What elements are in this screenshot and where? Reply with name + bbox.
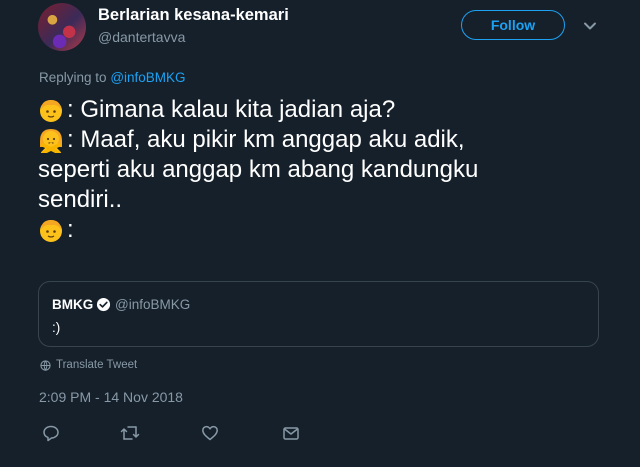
girl-gesture-no-icon [40,129,62,153]
translate-label: Translate Tweet [56,359,138,371]
verified-icon [96,297,111,317]
tweet-line: : Maaf, aku pikir km anggap aku adik, [38,125,598,155]
translate-tweet-link[interactable]: Translate Tweet [40,359,137,371]
globe-icon [40,359,51,371]
quoted-text: :) [52,320,61,335]
replying-to-prefix: Replying to [39,70,107,85]
tweet-line-text: seperti aku anggap km abang kandungku [38,156,479,183]
author-name[interactable]: Berlarian kesana-kemari [98,6,289,25]
retweet-icon[interactable] [120,424,140,447]
replying-to: Replying to @infoBMKG [39,70,186,85]
quoted-tweet[interactable]: BMKG @infoBMKG :) [38,281,599,347]
timestamp[interactable]: 2:09 PM - 14 Nov 2018 [39,389,183,405]
author-avatar[interactable] [38,3,86,51]
quoted-author-name: BMKG [52,297,94,312]
chevron-down-icon[interactable] [582,18,598,39]
reply-icon[interactable] [42,424,60,447]
tweet-text: : Gimana kalau kita jadian aja? : Maaf, … [38,95,598,245]
boy-face-icon [40,220,62,242]
boy-face-icon [40,100,62,122]
follow-button[interactable]: Follow [461,10,565,40]
tweet-line: seperti aku anggap km abang kandungku [38,155,598,185]
tweet-line: : [38,215,598,245]
tweet-line-text: : Maaf, aku pikir km anggap aku adik, [67,126,465,153]
replying-to-link[interactable]: @infoBMKG [110,70,185,85]
like-icon[interactable] [201,424,219,447]
tweet-line-text: : Gimana kalau kita jadian aja? [67,96,396,123]
tweet-line: : Gimana kalau kita jadian aja? [38,95,598,125]
tweet-line: sendiri.. [38,185,598,215]
tweet-line-text: sendiri.. [38,186,123,213]
author-handle[interactable]: @dantertavva [98,29,185,45]
tweet-line-text: : [67,216,74,243]
dm-icon[interactable] [282,424,300,447]
quoted-author-handle: @infoBMKG [115,297,191,312]
